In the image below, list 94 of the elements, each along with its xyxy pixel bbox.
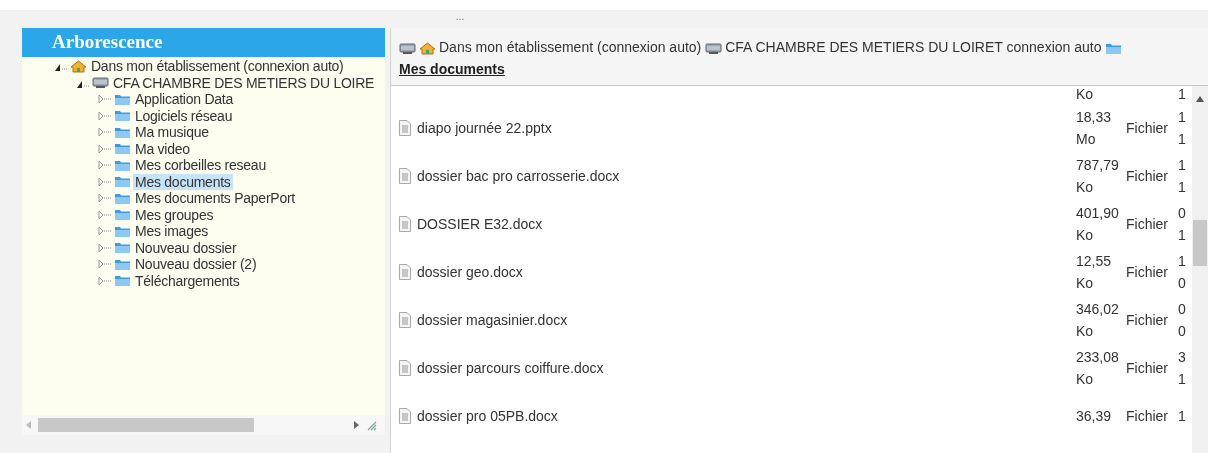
tree-item[interactable]: Ma video: [133, 140, 192, 157]
tree-item[interactable]: Mes groupes: [133, 206, 216, 223]
file-type: Fichier: [1126, 120, 1168, 136]
file-date: 0: [1178, 300, 1187, 319]
file-date: 1: [1178, 407, 1187, 426]
tree-item[interactable]: Mes corbeilles reseau: [133, 157, 268, 174]
file-size: 18,33: [1076, 108, 1113, 127]
file-date: 0: [1178, 204, 1187, 223]
file-date: 1: [1178, 130, 1187, 149]
tree-item[interactable]: Dans mon établissement (connexion auto): [89, 58, 346, 75]
tree-item[interactable]: Téléchargements: [133, 272, 242, 289]
file-type: Fichier: [1126, 216, 1168, 232]
file-date: 1: [1178, 370, 1187, 389]
file-size: Mo: [1076, 130, 1097, 149]
breadcrumb-link[interactable]: Mes documents: [399, 61, 505, 77]
file-name[interactable]: dossier magasinier.docx: [417, 312, 568, 328]
file-date: 1: [1178, 108, 1187, 127]
file-name[interactable]: dossier parcours coiffure.docx: [417, 360, 604, 376]
folder-icon: [114, 257, 131, 271]
left-arrow-icon[interactable]: [26, 421, 32, 429]
folder-icon: [114, 125, 131, 139]
scrollbar-thumb[interactable]: [1193, 220, 1207, 266]
folder-icon: [114, 109, 131, 123]
house-icon: [419, 42, 436, 55]
file-name[interactable]: diapo journée 22.pptx: [417, 120, 552, 136]
file-size: 36,39: [1076, 407, 1113, 426]
file-type: Fichier: [1126, 264, 1168, 280]
file-date: 1: [1178, 252, 1187, 271]
folder-icon: [114, 208, 131, 222]
file-size: Ko: [1076, 178, 1095, 197]
file-name[interactable]: dossier pro 05PB.docx: [417, 408, 558, 424]
tree-item[interactable]: Application Data: [133, 91, 235, 108]
file-date: 1: [1178, 86, 1187, 102]
breadcrumb-item[interactable]: CFA CHAMBRE DES METIERS DU LOIRET connexion auto: [725, 39, 1102, 55]
file-date: 1: [1178, 226, 1187, 245]
file-size: 12,55: [1076, 252, 1113, 271]
document-icon: [399, 264, 411, 280]
file-date: 3: [1178, 348, 1187, 367]
folder-icon: [114, 274, 131, 288]
folder-icon: [114, 175, 131, 189]
up-arrow-icon[interactable]: [1196, 96, 1204, 102]
tree-item[interactable]: CFA CHAMBRE DES METIERS DU LOIRE: [111, 74, 377, 91]
document-icon: [399, 120, 411, 136]
tree-item[interactable]: Nouveau dossier: [133, 239, 239, 256]
file-size: Ko: [1076, 274, 1095, 293]
horizontal-scrollbar[interactable]: [22, 415, 385, 435]
resize-grip-icon[interactable]: [365, 419, 377, 431]
file-size: 787,79: [1076, 156, 1120, 175]
folder-icon: [1105, 42, 1123, 55]
file-name[interactable]: dossier bac pro carrosserie.docx: [417, 168, 620, 184]
file-type: Fichier: [1126, 360, 1168, 376]
document-icon: [399, 312, 411, 328]
file-name[interactable]: DOSSIER E32.docx: [417, 216, 543, 232]
scrollbar-thumb[interactable]: [38, 418, 255, 432]
document-icon: [399, 168, 411, 184]
file-date: 0: [1178, 322, 1187, 341]
document-icon: [399, 216, 411, 232]
right-arrow-icon[interactable]: [353, 421, 359, 429]
tree-item[interactable]: Logiciels réseau: [133, 107, 235, 124]
document-icon: [399, 360, 411, 376]
tree-item[interactable]: Ma musique: [133, 124, 211, 141]
tree-item[interactable]: Nouveau dossier (2): [133, 256, 259, 273]
panel-title: Arborescence: [22, 28, 385, 57]
server-icon: [92, 76, 109, 90]
house-icon: [70, 59, 87, 73]
file-date: 1: [1178, 156, 1187, 175]
folder-icon: [114, 142, 131, 156]
file-type: Fichier: [1126, 312, 1168, 328]
file-size: 346,02: [1076, 300, 1120, 319]
file-name[interactable]: dossier geo.docx: [417, 264, 523, 280]
file-size: 401,90: [1076, 204, 1120, 223]
server-icon: [705, 42, 723, 55]
file-type: Fichier: [1126, 168, 1168, 184]
tree-item[interactable]: Mes documents: [133, 173, 233, 190]
folder-icon: [114, 191, 131, 205]
tree-item[interactable]: Mes images: [133, 223, 210, 240]
file-size: Ko: [1076, 370, 1095, 389]
document-icon: [399, 408, 411, 424]
folder-icon: [114, 241, 131, 255]
file-date: 0: [1178, 274, 1187, 293]
folder-icon: [114, 224, 131, 238]
vertical-scrollbar[interactable]: [1192, 86, 1208, 453]
file-size: Ko: [1076, 226, 1095, 245]
server-icon: [399, 42, 416, 55]
splitter-handle[interactable]: ...: [455, 10, 465, 28]
folder-icon: [114, 92, 131, 106]
breadcrumb-item[interactable]: Dans mon établissement (connexion auto): [439, 39, 702, 55]
file-date: 1: [1178, 178, 1187, 197]
file-size: 233,08: [1076, 348, 1120, 367]
file-size: Ko: [1076, 322, 1095, 341]
folder-icon: [114, 158, 131, 172]
file-type: Fichier: [1126, 408, 1168, 424]
file-size: Ko: [1076, 86, 1095, 102]
tree-item[interactable]: Mes documents PaperPort: [133, 190, 297, 207]
